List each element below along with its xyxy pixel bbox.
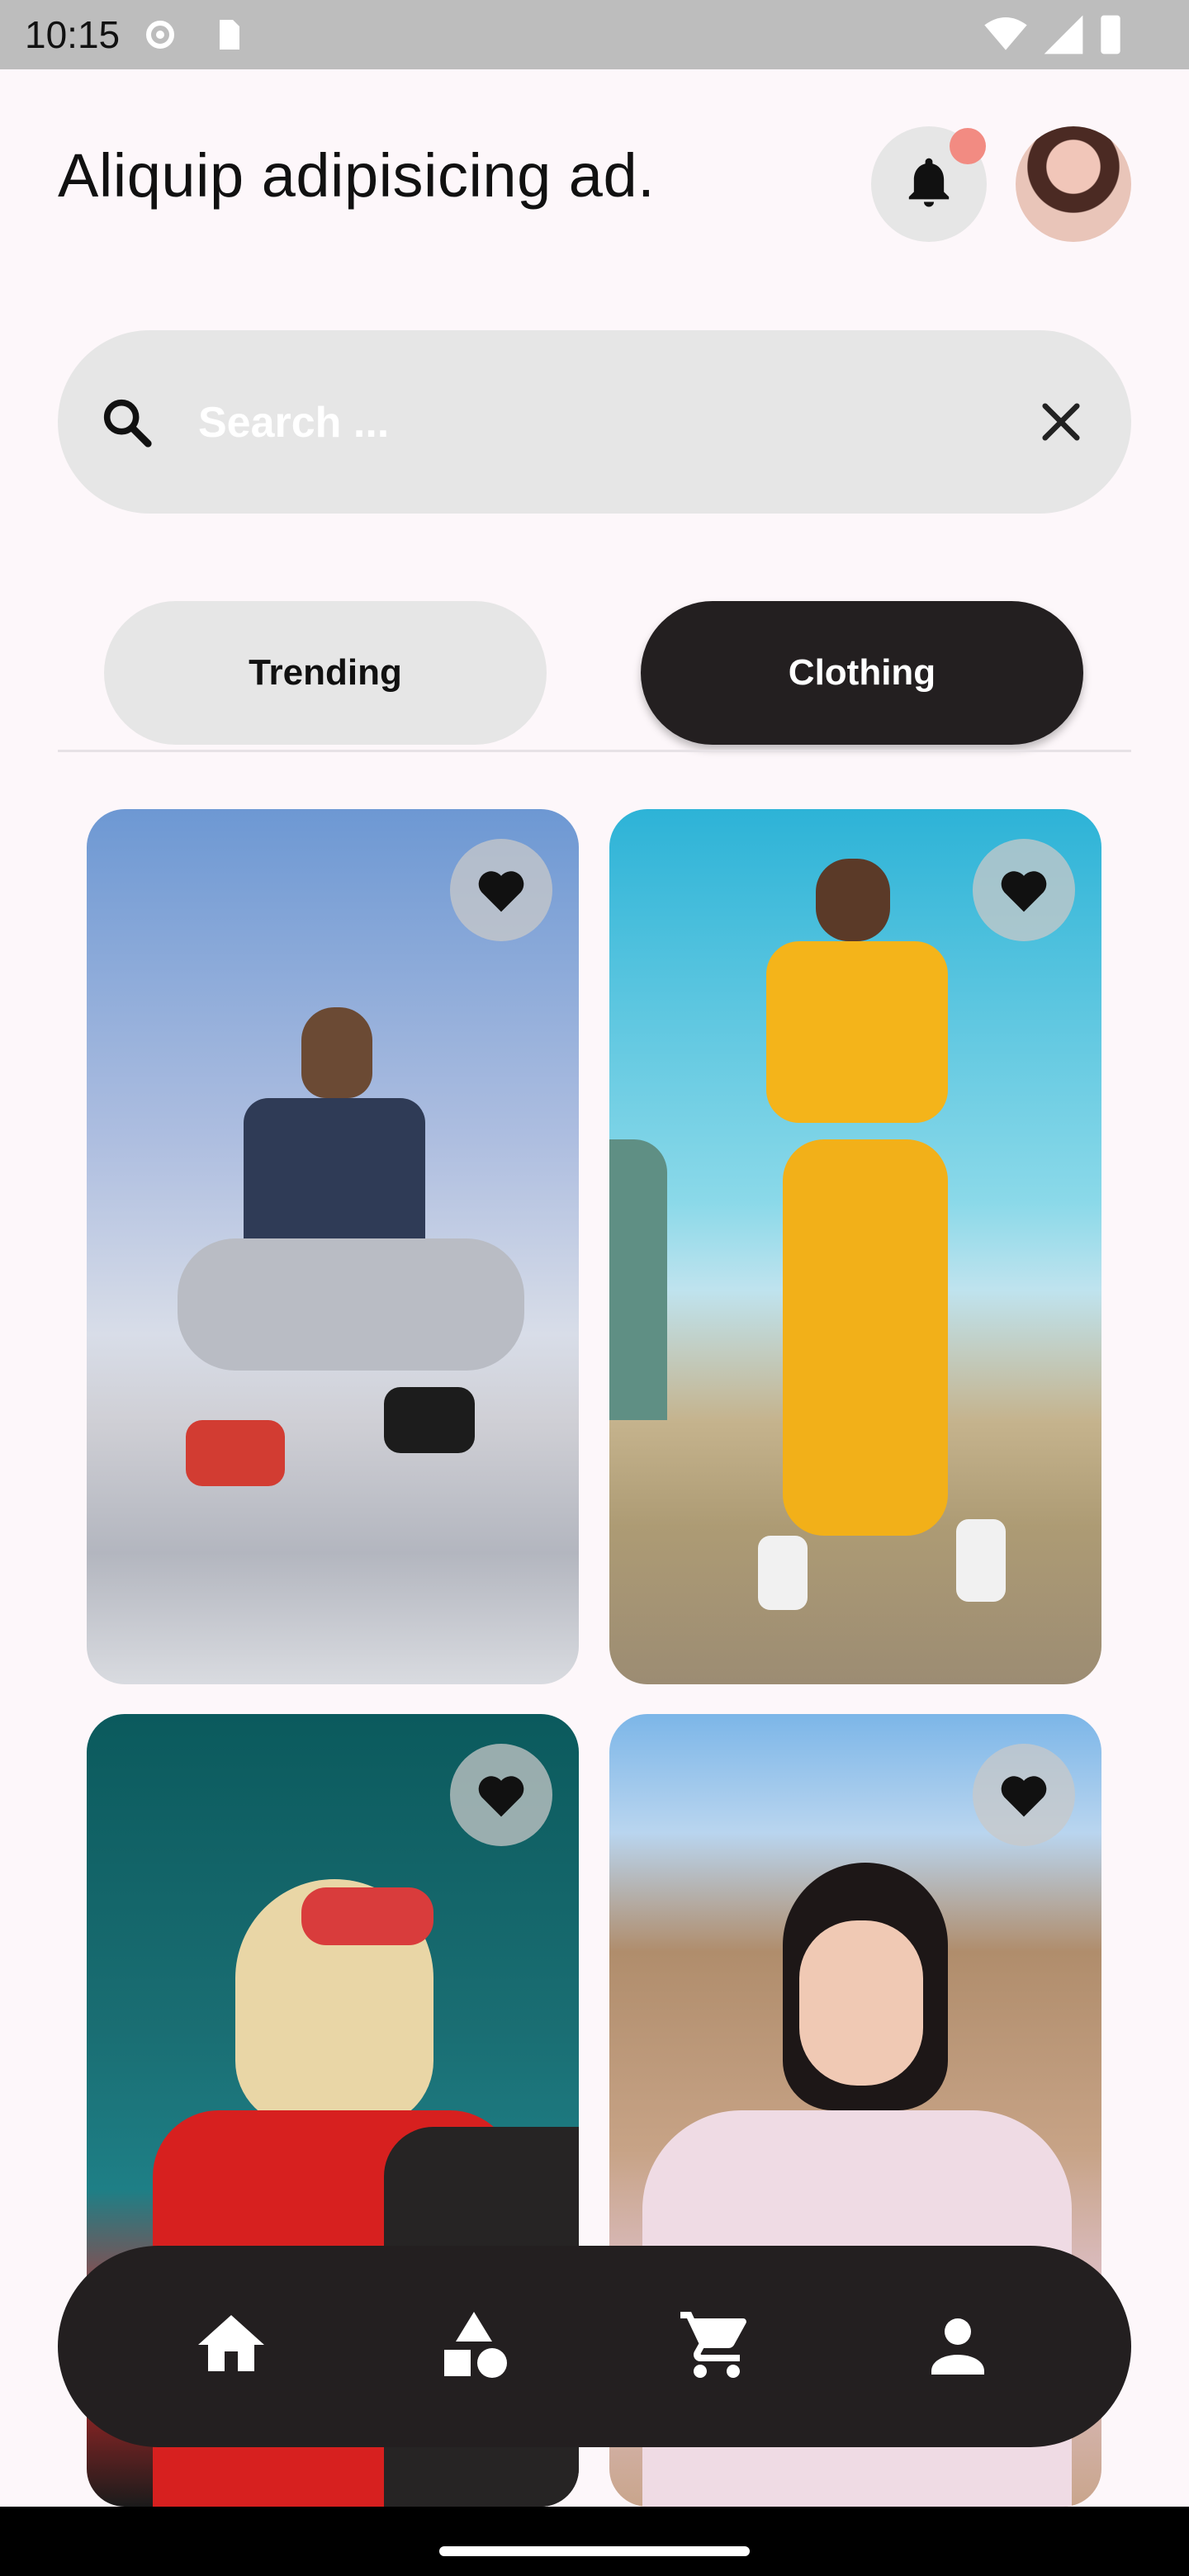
divider bbox=[58, 750, 1131, 752]
cart-icon bbox=[680, 2312, 746, 2378]
home-icon bbox=[198, 2315, 264, 2371]
tab-clothing[interactable]: Clothing bbox=[641, 601, 1083, 745]
clear-icon[interactable] bbox=[1034, 395, 1088, 449]
favorite-button[interactable] bbox=[450, 1744, 552, 1846]
sim-card-icon bbox=[220, 20, 239, 50]
settings-icon bbox=[146, 21, 174, 49]
status-time: 10:15 bbox=[25, 13, 121, 56]
nav-cart[interactable] bbox=[667, 2295, 766, 2394]
favorite-button[interactable] bbox=[973, 839, 1075, 941]
tab-trending[interactable]: Trending bbox=[104, 601, 547, 745]
search-icon bbox=[103, 399, 152, 447]
signal-icon bbox=[1044, 15, 1083, 54]
favorite-button[interactable] bbox=[450, 839, 552, 941]
nav-profile[interactable] bbox=[908, 2295, 1007, 2394]
search-input[interactable] bbox=[197, 388, 992, 457]
nav-categories[interactable] bbox=[424, 2295, 523, 2394]
profile-icon bbox=[931, 2318, 984, 2375]
favorite-button[interactable] bbox=[973, 1744, 1075, 1846]
notification-badge bbox=[950, 128, 986, 164]
heart-icon bbox=[478, 871, 524, 912]
wifi-icon bbox=[984, 17, 1027, 50]
product-image bbox=[301, 1007, 372, 1098]
heart-icon bbox=[1001, 871, 1047, 912]
avatar[interactable] bbox=[1016, 126, 1131, 242]
page-title: Aliquip adipisicing ad. bbox=[58, 141, 656, 210]
categories-icon bbox=[444, 2312, 507, 2378]
nav-home[interactable] bbox=[182, 2295, 281, 2394]
product-image bbox=[816, 859, 890, 941]
home-gesture-pill[interactable] bbox=[439, 2546, 750, 2556]
system-nav-bar bbox=[0, 2507, 1189, 2576]
heart-icon bbox=[478, 1776, 524, 1817]
heart-icon bbox=[1001, 1776, 1047, 1817]
bell-icon bbox=[908, 158, 950, 207]
battery-icon bbox=[1101, 15, 1120, 54]
